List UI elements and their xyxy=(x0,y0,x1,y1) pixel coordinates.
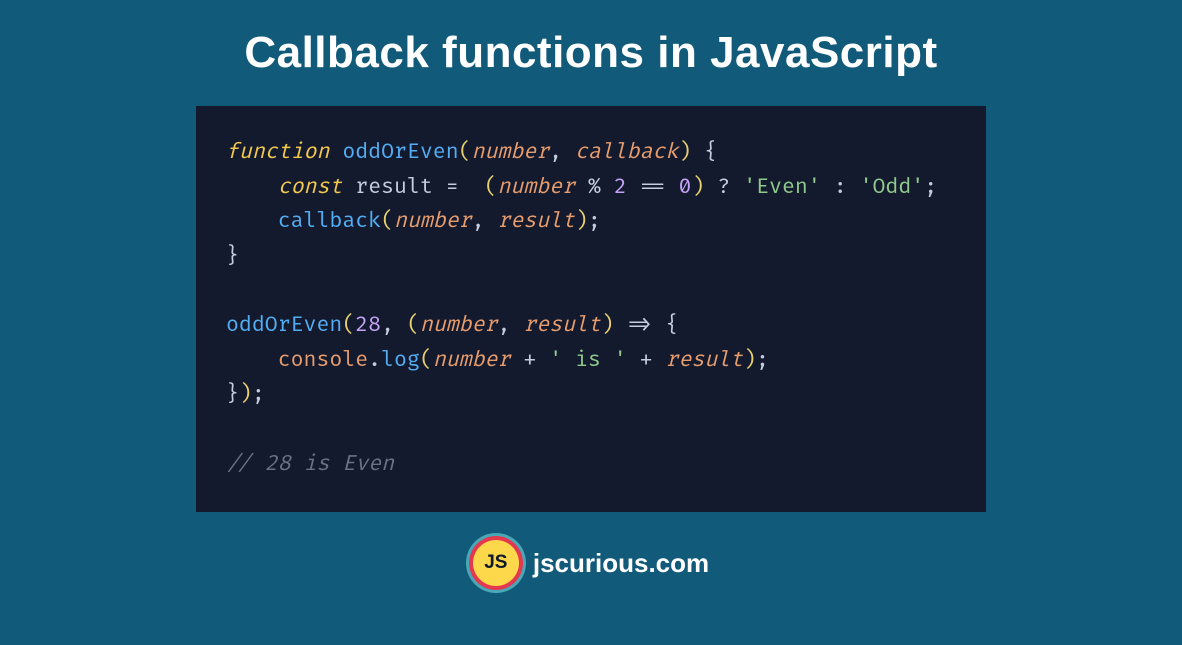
comment: // 28 is Even xyxy=(226,452,394,477)
param: result xyxy=(666,348,744,373)
paren: ) xyxy=(691,175,704,200)
param: number xyxy=(394,209,472,234)
keyword-function: function xyxy=(226,140,329,165)
object: console xyxy=(278,348,368,373)
variable: result xyxy=(355,175,433,200)
number: 28 xyxy=(355,313,381,338)
paren: ) xyxy=(601,313,614,338)
function-call: callback xyxy=(278,209,381,234)
semicolon: ; xyxy=(924,175,937,200)
paren: ) xyxy=(743,348,756,373)
function-name: oddOrEven xyxy=(342,140,458,165)
comma: , xyxy=(381,313,407,338)
comma: , xyxy=(472,209,498,234)
operator: ? xyxy=(717,175,730,200)
param: result xyxy=(523,313,601,338)
paren: ) xyxy=(678,140,691,165)
site-name: jscurious.com xyxy=(533,548,709,579)
semicolon: ; xyxy=(756,348,769,373)
operator: == xyxy=(640,175,666,200)
paren: ) xyxy=(575,209,588,234)
comma: , xyxy=(497,313,523,338)
dot: . xyxy=(368,348,381,373)
paren: ) xyxy=(239,382,252,407)
number: 2 xyxy=(614,175,627,200)
method: log xyxy=(381,348,420,373)
paren: ( xyxy=(459,140,472,165)
number: 0 xyxy=(679,175,692,200)
param: result xyxy=(497,209,575,234)
brace: } xyxy=(226,382,239,407)
paren: ( xyxy=(407,313,420,338)
footer: JS jscurious.com xyxy=(473,540,709,586)
string: ' is ' xyxy=(549,348,627,373)
comma: , xyxy=(549,140,575,165)
keyword-const: const xyxy=(278,175,343,200)
operator: = xyxy=(446,175,459,200)
operator: : xyxy=(834,175,847,200)
param: number xyxy=(472,140,550,165)
page-title: Callback functions in JavaScript xyxy=(244,28,937,78)
param: callback xyxy=(575,140,678,165)
logo-js-icon: JS xyxy=(473,540,519,586)
function-call: oddOrEven xyxy=(226,313,342,338)
string: 'Odd' xyxy=(860,175,925,200)
arrow: => xyxy=(627,313,653,338)
param: number xyxy=(433,348,511,373)
operator: + xyxy=(640,348,653,373)
brace: { xyxy=(666,313,679,338)
semicolon: ; xyxy=(588,209,601,234)
brace: { xyxy=(704,140,717,165)
param: number xyxy=(420,313,498,338)
semicolon: ; xyxy=(252,382,265,407)
paren: ( xyxy=(485,175,498,200)
code-snippet: function oddOrEven(number, callback) { c… xyxy=(196,106,986,512)
paren: ( xyxy=(381,209,394,234)
operator: % xyxy=(588,175,601,200)
paren: ( xyxy=(342,313,355,338)
operator: + xyxy=(523,348,536,373)
string: 'Even' xyxy=(743,175,821,200)
paren: ( xyxy=(420,348,433,373)
param: number xyxy=(497,175,575,200)
brace: } xyxy=(226,244,239,269)
